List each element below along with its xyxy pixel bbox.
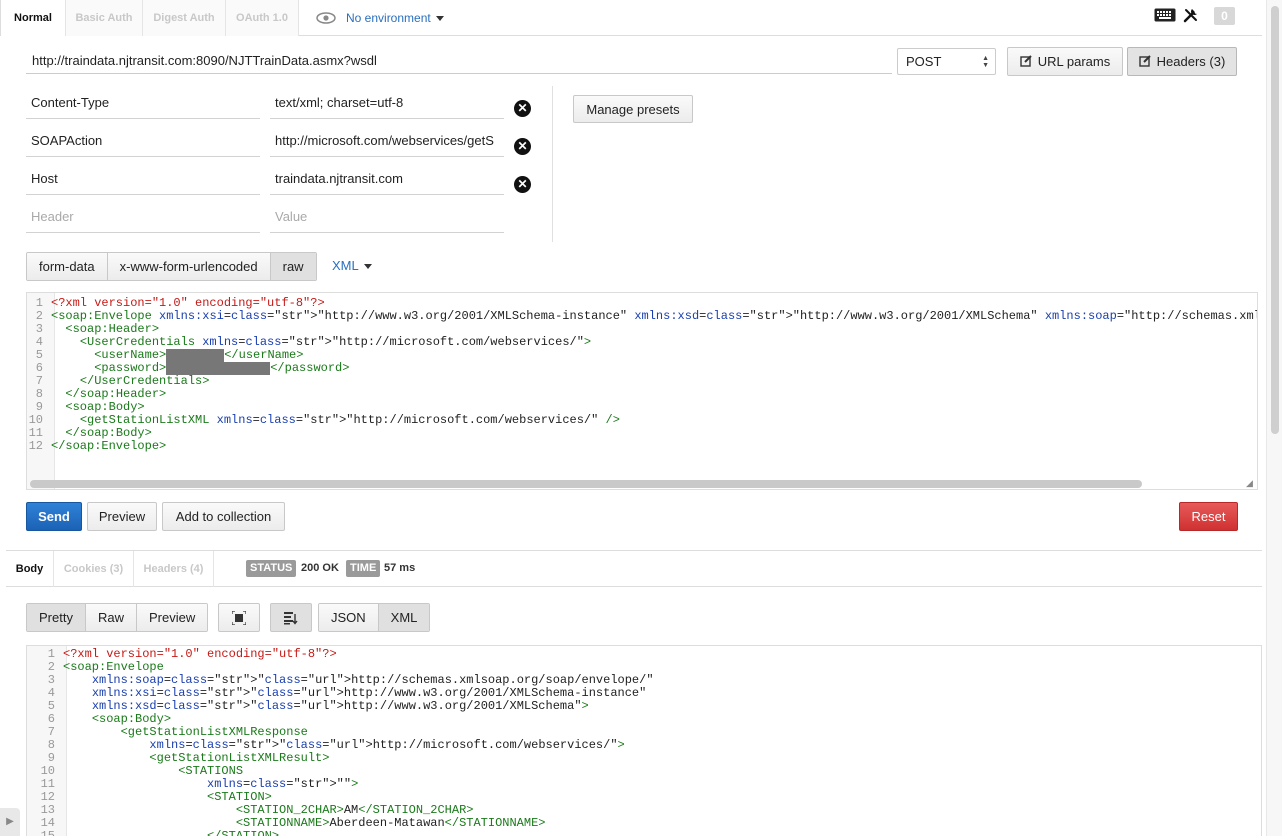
send-button[interactable]: Send: [26, 502, 82, 531]
editor-horizontal-scrollbar[interactable]: [30, 480, 1142, 488]
body-mode-tabs: form-data x-www-form-urlencoded raw: [26, 252, 317, 281]
environment-selector[interactable]: No environment: [316, 8, 444, 28]
tab-response-body[interactable]: Body: [6, 551, 54, 587]
wrap-lines-button[interactable]: [270, 603, 312, 632]
tab-normal[interactable]: Normal: [0, 0, 66, 36]
view-preview[interactable]: Preview: [136, 604, 208, 631]
url-params-button[interactable]: URL params: [1007, 47, 1123, 76]
code-line: 12 </soap:Envelope>: [28, 439, 167, 453]
request-body-editor[interactable]: 1 <?xml version="1.0" encoding="utf-8"?> 2…: [26, 292, 1258, 490]
tab-oauth[interactable]: OAuth 1.0: [226, 0, 299, 36]
header-value-field[interactable]: text/xml; charset=utf-8: [270, 87, 504, 119]
new-header-value-input[interactable]: Value: [270, 201, 504, 233]
response-format-toggle: JSON XML: [318, 603, 431, 632]
keyboard-icon[interactable]: [1154, 7, 1176, 23]
chevron-down-icon: [435, 15, 444, 21]
format-xml[interactable]: XML: [378, 604, 430, 631]
updown-arrows-icon: ▲ ▼: [982, 55, 989, 69]
notification-counter[interactable]: 0: [1214, 7, 1235, 25]
headers-divider: [552, 86, 553, 242]
environment-label: No environment: [346, 11, 431, 25]
remove-header-icon[interactable]: ✕: [514, 176, 531, 193]
edit-icon: [1138, 55, 1151, 67]
method-select[interactable]: POST ▲ ▼: [897, 48, 996, 75]
format-json[interactable]: JSON: [319, 604, 379, 631]
reset-button[interactable]: Reset: [1179, 502, 1238, 531]
code-line: 2 <soap:Envelope xmlns:xsi=class="str">"h…: [35, 309, 1257, 323]
header-value-field[interactable]: http://microsoft.com/webservices/getS: [270, 125, 504, 157]
status-value: 200 OK: [301, 562, 339, 574]
view-pretty[interactable]: Pretty: [27, 604, 86, 631]
remove-header-icon[interactable]: ✕: [514, 138, 531, 155]
code-line: 15 </STATION>: [40, 829, 280, 836]
preview-button[interactable]: Preview: [87, 502, 157, 531]
fullscreen-icon: [232, 610, 246, 625]
eye-icon: [316, 12, 336, 24]
response-view-modes: Pretty Raw Preview: [26, 603, 209, 632]
chevron-down-icon: [363, 264, 372, 270]
response-body-viewer[interactable]: 1 <?xml version="1.0" encoding="utf-8"?> 2…: [26, 645, 1262, 836]
edit-icon: [1020, 55, 1032, 67]
resize-grip-icon[interactable]: ◢: [1246, 478, 1253, 489]
body-mode-form-data[interactable]: form-data: [27, 253, 108, 280]
body-language-dropdown[interactable]: XML: [332, 258, 372, 273]
tab-basic-auth[interactable]: Basic Auth: [66, 0, 143, 36]
status-badge: STATUS: [246, 560, 297, 577]
remove-header-icon[interactable]: ✕: [514, 100, 531, 117]
new-header-key-input[interactable]: Header: [26, 201, 260, 233]
manage-presets-button[interactable]: Manage presets: [573, 95, 693, 123]
time-badge: TIME: [346, 560, 381, 577]
page-scrollbar[interactable]: [1266, 0, 1282, 836]
tab-response-cookies[interactable]: Cookies (3): [54, 551, 134, 587]
body-language-label: XML: [332, 258, 359, 273]
body-mode-urlencoded[interactable]: x-www-form-urlencoded: [107, 253, 271, 280]
tab-digest-auth[interactable]: Digest Auth: [143, 0, 226, 36]
scrollbar-thumb[interactable]: [1271, 6, 1279, 434]
header-key-field[interactable]: Content-Type: [26, 87, 260, 119]
add-to-collection-button[interactable]: Add to collection: [162, 502, 285, 531]
body-mode-raw[interactable]: raw: [270, 253, 316, 280]
headers-button[interactable]: Headers (3): [1127, 47, 1237, 76]
auth-tab-bar: Normal Basic Auth Digest Auth OAuth 1.0 …: [0, 0, 1262, 36]
wrap-lines-icon: [284, 611, 298, 625]
url-input[interactable]: http://traindata.njtransit.com:8090/NJTT…: [26, 48, 892, 74]
expand-sidebar-icon[interactable]: ▶: [0, 808, 20, 836]
headers-label: Headers (3): [1156, 54, 1226, 69]
url-params-label: URL params: [1037, 54, 1111, 69]
method-value: POST: [906, 54, 942, 69]
redacted-value: [166, 349, 225, 362]
response-tabs: Body Cookies (3) Headers (4): [6, 551, 1262, 587]
view-raw[interactable]: Raw: [85, 604, 137, 631]
fullscreen-button[interactable]: [218, 603, 260, 632]
header-key-field[interactable]: SOAPAction: [26, 125, 260, 157]
header-value-field[interactable]: traindata.njtransit.com: [270, 163, 504, 195]
time-value: 57 ms: [384, 562, 416, 574]
tab-response-headers[interactable]: Headers (4): [134, 551, 214, 587]
settings-tools-icon[interactable]: [1183, 7, 1199, 23]
header-key-field[interactable]: Host: [26, 163, 260, 195]
